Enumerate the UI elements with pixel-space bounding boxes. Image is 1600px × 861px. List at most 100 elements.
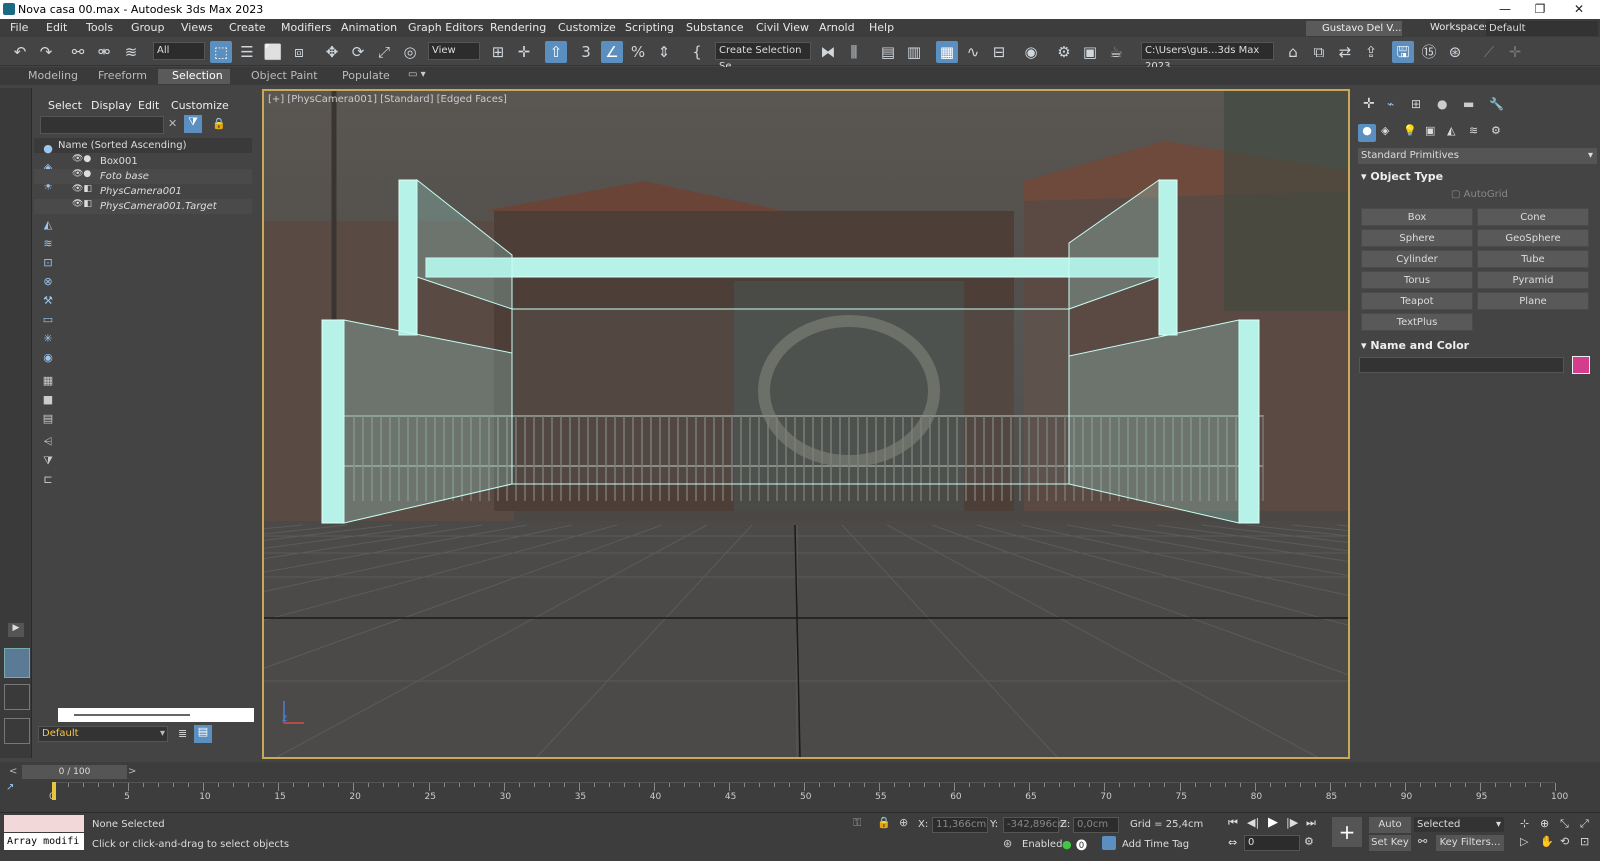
pan-icon[interactable]: ✋ xyxy=(1540,835,1554,848)
rect-selection-icon[interactable]: ⬜ xyxy=(262,41,284,63)
filter-none-icon[interactable]: ▤ xyxy=(38,412,58,428)
helpers-icon[interactable]: ◭ xyxy=(1447,124,1455,137)
next-key-icon[interactable]: |▶ xyxy=(1286,816,1298,829)
filter-groups-icon[interactable]: ⊡ xyxy=(38,256,58,272)
pivot-center-icon[interactable]: ⊞ xyxy=(487,41,509,63)
key-selection-dropdown[interactable]: Selected ▾ xyxy=(1414,817,1504,832)
history-icon[interactable]: ⑮ xyxy=(1418,41,1440,63)
selection-set-dropdown[interactable]: Create Selection Se xyxy=(715,42,811,72)
orbit-icon[interactable]: ⟲ xyxy=(1560,835,1569,848)
ribbon-toggle-icon[interactable]: ▦ xyxy=(936,41,958,63)
adaptive-degradation-icon[interactable]: ⊛ xyxy=(1003,837,1012,850)
box-button[interactable]: Box xyxy=(1361,208,1473,226)
pyramid-button[interactable]: Pyramid xyxy=(1477,271,1589,289)
object-color-swatch[interactable] xyxy=(1572,356,1590,374)
auto-key-button[interactable]: Auto Key xyxy=(1369,817,1411,846)
zoom-all-icon[interactable]: ⊕ xyxy=(1540,817,1549,830)
scene-tab-edit[interactable]: Edit xyxy=(138,99,159,112)
clear-search-icon[interactable]: ✕ xyxy=(168,117,177,130)
spinner-snap-icon[interactable]: ⇕ xyxy=(653,41,675,63)
bind-spacewarp-icon[interactable]: ≋ xyxy=(120,41,142,63)
torus-button[interactable]: Torus xyxy=(1361,271,1473,289)
shapes-icon[interactable]: ◈ xyxy=(1381,124,1389,137)
mirror-icon[interactable]: ⧓ xyxy=(817,41,839,63)
scene-tab-select[interactable]: Select xyxy=(48,99,82,112)
viewport-layout-2-icon[interactable] xyxy=(4,684,30,710)
enabled-indicator-icon[interactable]: ● xyxy=(1062,838,1072,851)
maximize-viewport-icon[interactable]: ⊡ xyxy=(1580,835,1589,848)
maximize-button[interactable]: ❐ xyxy=(1523,0,1557,19)
expand-icon[interactable]: ▶ xyxy=(8,623,24,637)
isolate-icon[interactable]: ⚿ xyxy=(853,816,861,830)
menu-arnold[interactable]: Arnold xyxy=(819,21,855,34)
name-color-rollout[interactable]: ▾ Name and Color xyxy=(1361,339,1469,352)
viewport-layout-4-icon[interactable] xyxy=(4,718,30,744)
sphere-button[interactable]: Sphere xyxy=(1361,229,1473,247)
scale-icon[interactable]: ⤢ xyxy=(373,41,395,63)
layer-icon[interactable]: ⊏ xyxy=(38,473,58,489)
help-search-icon[interactable]: ⊛ xyxy=(1444,41,1466,63)
cone-button[interactable]: Cone xyxy=(1477,208,1589,226)
keyboard-shortcut-override-icon[interactable]: ⇧ xyxy=(545,41,567,63)
set-key-big-icon[interactable]: + xyxy=(1332,817,1362,847)
edit-named-selection-icon[interactable]: { xyxy=(686,41,708,63)
menu-file[interactable]: File xyxy=(10,21,28,34)
menu-edit[interactable]: Edit xyxy=(46,21,67,34)
filter-hidden-icon[interactable]: ◉ xyxy=(38,351,58,367)
geometry-icon[interactable]: ● xyxy=(1358,124,1376,142)
render-frame-icon[interactable]: ▣ xyxy=(1079,41,1101,63)
filter-helpers-icon[interactable]: ◭ xyxy=(38,218,58,234)
link-icon[interactable]: ⚯ xyxy=(67,41,89,63)
set-key-button[interactable]: Set Key xyxy=(1369,835,1411,851)
z-coordinate-field[interactable]: 0,0cm xyxy=(1073,817,1119,833)
funnel-icon[interactable]: ⧩ xyxy=(38,454,58,470)
layers-icon[interactable]: ≣ xyxy=(178,727,187,740)
zoom-extents-icon[interactable]: ⤡ xyxy=(1560,817,1569,831)
utilities-tab-icon[interactable]: 🔧 xyxy=(1489,97,1504,111)
save-icon[interactable]: 🖫 xyxy=(1392,41,1414,63)
filter-icon[interactable]: ⧩ xyxy=(184,115,202,133)
filter-frozen-icon[interactable]: ▦ xyxy=(38,374,58,390)
filter-containers-icon[interactable]: ▭ xyxy=(38,313,58,329)
tool-b-icon[interactable]: ✛ xyxy=(1504,41,1526,63)
prev-frame-icon[interactable]: < xyxy=(9,766,17,777)
scene-item-physcamera001[interactable]: PhysCamera001 xyxy=(34,184,252,199)
track-bar[interactable]: 0510152025303540455055606570758085909510… xyxy=(49,782,1568,808)
render-setup-icon[interactable]: ⚙ xyxy=(1053,41,1075,63)
filter-bones-icon[interactable]: ⚒ xyxy=(38,294,58,310)
goto-end-icon[interactable]: ⏭ xyxy=(1306,816,1316,830)
goto-start-icon[interactable]: ⏮ xyxy=(1228,816,1238,830)
time-slider[interactable]: 0 / 100 xyxy=(22,765,127,779)
menu-animation[interactable]: Animation xyxy=(341,21,397,34)
select-by-name-icon[interactable]: ☰ xyxy=(236,41,258,63)
menu-substance[interactable]: Substance xyxy=(686,21,744,34)
visibility-eye-icon[interactable]: 👁◧ xyxy=(72,184,92,194)
lock-icon[interactable]: 🔒 xyxy=(212,117,226,130)
hierarchy-tab-icon[interactable]: ⊞ xyxy=(1411,97,1421,111)
object-name-input[interactable] xyxy=(1359,357,1564,373)
menu-civil-view[interactable]: Civil View xyxy=(756,21,809,34)
user-account-dropdown[interactable]: Gustavo Del V... ▾ xyxy=(1306,21,1402,49)
sync-icon[interactable]: ⇄ xyxy=(1334,41,1356,63)
filter-particles-icon[interactable]: ✳ xyxy=(38,332,58,348)
visibility-eye-icon[interactable]: 👁◧ xyxy=(72,199,92,209)
time-tag-icon[interactable] xyxy=(1102,836,1116,850)
scene-search-input[interactable] xyxy=(40,116,164,134)
tab-populate[interactable]: Populate xyxy=(328,69,404,84)
geosphere-button[interactable]: GeoSphere xyxy=(1477,229,1589,247)
render-icon[interactable]: ☕ xyxy=(1105,41,1127,63)
x-coordinate-field[interactable]: 11,366cm xyxy=(932,817,988,833)
tab-freeform[interactable]: Freeform xyxy=(84,69,161,84)
play-icon[interactable]: ▶ xyxy=(1268,815,1278,830)
rotate-icon[interactable]: ⟳ xyxy=(347,41,369,63)
scene-explorer-icon[interactable]: ▤ xyxy=(877,41,899,63)
curve-editor-icon[interactable]: ∿ xyxy=(962,41,984,63)
explorer-mode-icon[interactable]: ▤ xyxy=(194,725,212,743)
spacewarps-icon[interactable]: ≋ xyxy=(1469,124,1478,137)
menu-scripting[interactable]: Scripting xyxy=(625,21,674,34)
scene-tab-display[interactable]: Display xyxy=(91,99,132,112)
window-crossing-icon[interactable]: ⧈ xyxy=(288,41,310,63)
menu-graph-editors[interactable]: Graph Editors xyxy=(408,21,484,34)
snaps-toggle-icon[interactable]: 3 xyxy=(575,41,597,63)
maxscript-listener[interactable] xyxy=(4,815,84,832)
